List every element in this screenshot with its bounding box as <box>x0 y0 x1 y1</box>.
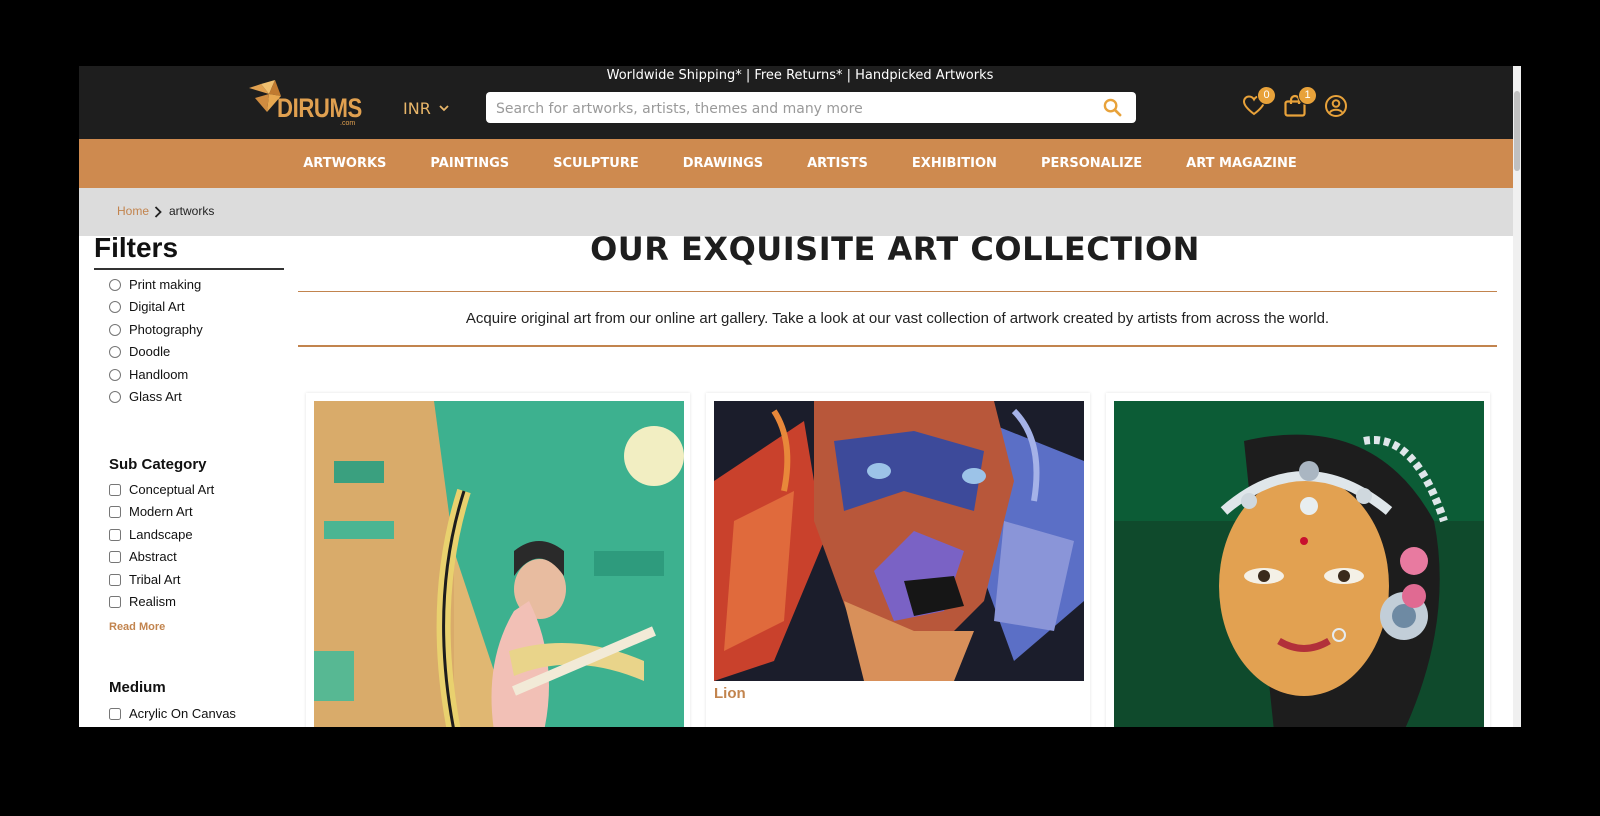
filter-acrylic-on-canvas[interactable]: Acrylic On Canvas <box>109 706 236 721</box>
currency-label: INR <box>403 99 431 118</box>
search-bar <box>486 92 1136 125</box>
product-card[interactable] <box>306 393 690 727</box>
filter-checkbox[interactable] <box>109 505 121 518</box>
filter-print-making[interactable]: Print making <box>109 277 201 292</box>
filter-checkbox[interactable] <box>109 573 121 586</box>
filter-doodle[interactable]: Doodle <box>109 344 170 359</box>
filters-title: Filters <box>94 232 179 263</box>
main-nav: ARTWORKS PAINTINGS SCULPTURE DRAWINGS AR… <box>79 139 1521 188</box>
search-input[interactable] <box>494 92 1088 125</box>
filter-abstract[interactable]: Abstract <box>109 549 177 564</box>
filter-glass-art[interactable]: Glass Art <box>109 389 182 404</box>
filter-checkbox[interactable] <box>109 707 121 720</box>
nav-drawings[interactable]: DRAWINGS <box>683 139 763 188</box>
title-divider <box>298 291 1497 292</box>
chevron-down-icon <box>439 105 449 112</box>
filter-checkbox[interactable] <box>109 595 121 608</box>
product-title[interactable]: Lion <box>714 685 746 702</box>
filter-landscape[interactable]: Landscape <box>109 527 193 542</box>
brand-suffix: .com <box>340 120 356 127</box>
filter-conceptual-art[interactable]: Conceptual Art <box>109 482 214 497</box>
filter-digital-art[interactable]: Digital Art <box>109 299 185 314</box>
cart-count-badge: 1 <box>1298 86 1317 105</box>
intro-text: Acquire original art from our online art… <box>465 310 1330 327</box>
filter-radio[interactable] <box>109 300 121 313</box>
filters-divider <box>94 268 284 270</box>
read-more-link[interactable]: Read More <box>109 621 165 633</box>
nav-art-magazine[interactable]: ART MAGAZINE <box>1186 139 1297 188</box>
currency-selector[interactable]: INR <box>403 99 449 118</box>
browser-viewport: Worldwide Shipping* | Free Returns* | Ha… <box>79 66 1521 727</box>
scrollbar-thumb[interactable] <box>1514 91 1520 171</box>
nav-paintings[interactable]: PAINTINGS <box>430 139 509 188</box>
filter-checkbox[interactable] <box>109 528 121 541</box>
chevron-right-icon <box>154 206 162 218</box>
filter-handloom[interactable]: Handloom <box>109 367 188 382</box>
nav-sculpture[interactable]: SCULPTURE <box>553 139 639 188</box>
filter-radio[interactable] <box>109 278 121 291</box>
top-header: Worldwide Shipping* | Free Returns* | Ha… <box>79 66 1521 139</box>
filter-realism[interactable]: Realism <box>109 594 176 609</box>
account-button[interactable] <box>1324 94 1350 120</box>
page-title: OUR EXQUISITE ART COLLECTION <box>590 230 1200 268</box>
dirums-logo[interactable]: DIRUMS .com <box>247 78 367 130</box>
filter-radio[interactable] <box>109 345 121 358</box>
breadcrumb-home-link[interactable]: Home <box>117 204 149 218</box>
sub-category-title: Sub Category <box>109 456 207 473</box>
filter-tribal-art[interactable]: Tribal Art <box>109 572 181 587</box>
nav-artists[interactable]: ARTISTS <box>807 139 868 188</box>
wishlist-count-badge: 0 <box>1257 86 1276 105</box>
intro-divider <box>298 345 1497 347</box>
artwork-image[interactable] <box>714 401 1084 681</box>
user-icon <box>1325 95 1347 117</box>
filter-checkbox[interactable] <box>109 550 121 563</box>
breadcrumb: Home artworks <box>79 188 1521 236</box>
nav-exhibition[interactable]: EXHIBITION <box>912 139 997 188</box>
artwork-image[interactable] <box>314 401 684 727</box>
cart-button[interactable]: 1 <box>1283 86 1317 120</box>
filter-checkbox[interactable] <box>109 483 121 496</box>
medium-title: Medium <box>109 679 166 696</box>
filter-radio[interactable] <box>109 323 121 336</box>
page-scrollbar[interactable] <box>1513 66 1521 727</box>
filter-radio[interactable] <box>109 368 121 381</box>
nav-artworks[interactable]: ARTWORKS <box>303 139 386 188</box>
product-card[interactable]: Lion <box>706 393 1090 727</box>
filter-radio[interactable] <box>109 390 121 403</box>
breadcrumb-current: artworks <box>169 204 215 218</box>
product-card[interactable] <box>1106 393 1490 727</box>
artwork-image[interactable] <box>1114 401 1484 727</box>
nav-personalize[interactable]: PERSONALIZE <box>1041 139 1142 188</box>
search-icon[interactable] <box>1103 98 1122 117</box>
filter-modern-art[interactable]: Modern Art <box>109 504 193 519</box>
wishlist-button[interactable]: 0 <box>1242 86 1276 120</box>
filter-photography[interactable]: Photography <box>109 322 203 337</box>
